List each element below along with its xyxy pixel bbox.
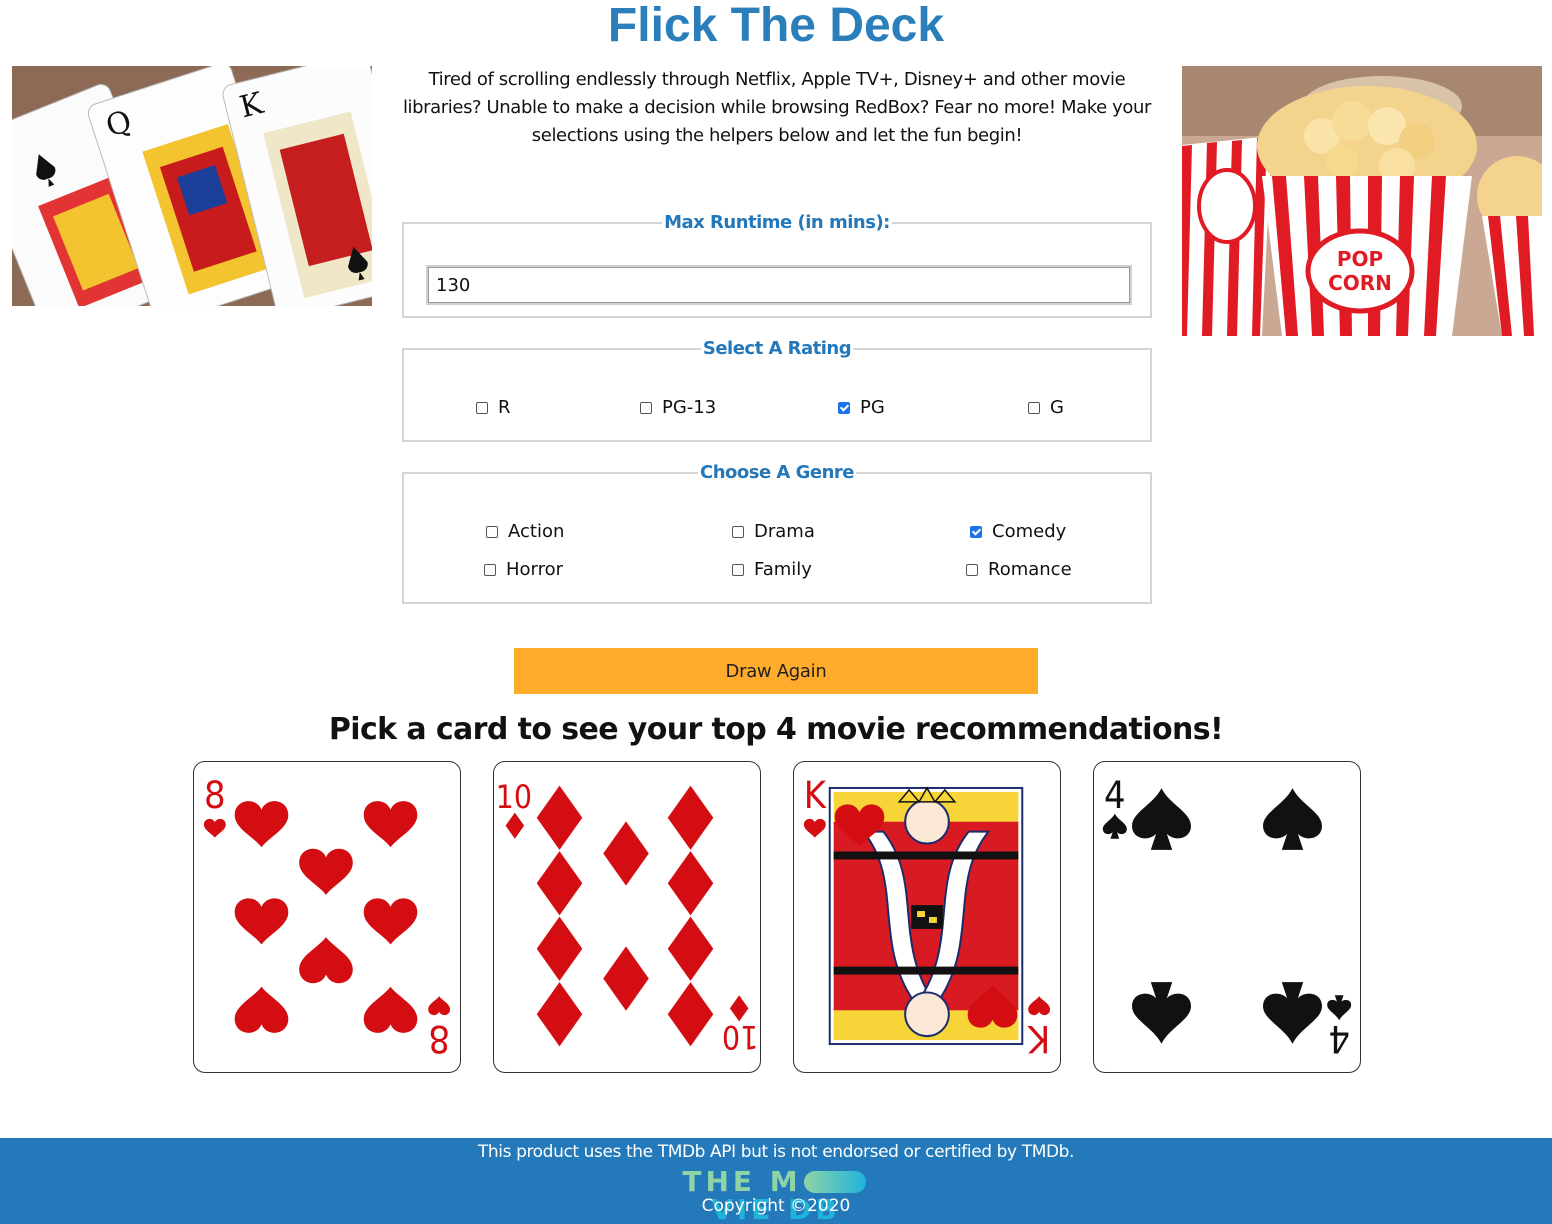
card-pip-diamonds-icon xyxy=(667,916,714,981)
card-face: 10 10 xyxy=(496,780,759,1054)
genre-romance-label: Romance xyxy=(988,559,1072,580)
rating-fieldset: Select A Rating R PG-13 PG G xyxy=(402,338,1152,442)
svg-text:POP: POP xyxy=(1337,247,1383,271)
card-rank-top: 4 xyxy=(1104,773,1126,817)
genre-option-romance[interactable]: Romance xyxy=(966,559,1072,580)
tmdb-logo[interactable]: THE MVIE DB xyxy=(619,1165,933,1224)
card-pip-diamonds-icon xyxy=(536,851,583,916)
rating-g-checkbox[interactable] xyxy=(1028,401,1040,414)
rating-r-checkbox[interactable] xyxy=(476,401,488,414)
card-pip-diamonds-icon xyxy=(536,982,583,1047)
genre-horror-checkbox[interactable] xyxy=(484,563,496,576)
playing-cards-photo: J Q K xyxy=(12,66,372,306)
card-pip-hearts-icon xyxy=(234,986,289,1033)
intro-text: Tired of scrolling endlessly through Net… xyxy=(402,69,1152,146)
draw-again-button[interactable]: Draw Again xyxy=(514,648,1038,694)
genre-horror-label: Horror xyxy=(506,559,564,580)
card-pip-hearts-icon xyxy=(299,848,353,895)
genre-action-checkbox[interactable] xyxy=(486,525,498,538)
genre-romance-checkbox[interactable] xyxy=(966,563,978,576)
max-runtime-input[interactable] xyxy=(426,265,1132,305)
card-rank-bottom: 4 xyxy=(1328,1017,1350,1061)
copyright-text: Copyright ©2020 xyxy=(701,1196,851,1216)
rating-pg-label: PG xyxy=(860,397,885,418)
genre-comedy-label: Comedy xyxy=(992,521,1067,542)
rating-legend: Select A Rating xyxy=(702,338,852,359)
tmdb-logo-left: THE M xyxy=(682,1165,802,1198)
rating-option-r[interactable]: R xyxy=(476,397,511,418)
card-suit-index-icon xyxy=(803,818,826,838)
card-pip-hearts-icon xyxy=(363,986,418,1033)
genre-action-label: Action xyxy=(508,521,565,542)
card-suit-index-icon xyxy=(729,995,749,1022)
rating-g-label: G xyxy=(1050,397,1064,418)
genre-drama-checkbox[interactable] xyxy=(732,525,744,538)
card-rank-top: 10 xyxy=(496,780,532,816)
rating-pg-checkbox[interactable] xyxy=(838,401,850,414)
rating-option-pg13[interactable]: PG-13 xyxy=(640,397,716,418)
card-pip-diamonds-icon xyxy=(667,785,714,850)
rating-r-label: R xyxy=(498,397,511,418)
card-pip-hearts-icon xyxy=(234,801,289,848)
genre-comedy-checkbox[interactable] xyxy=(970,525,982,538)
card-four-of-spades[interactable]: 44 xyxy=(1093,761,1361,1073)
genre-family-checkbox[interactable] xyxy=(732,563,744,576)
card-rank-bottom: 8 xyxy=(428,1017,450,1061)
card-pip-hearts-icon xyxy=(234,898,289,945)
card-rank-bottom: K xyxy=(1027,1017,1050,1061)
card-suit-index-icon xyxy=(1102,813,1127,839)
tmdb-pill-icon xyxy=(803,1171,866,1193)
card-pip-diamonds-icon xyxy=(603,946,649,1011)
card-rank-top: K xyxy=(804,773,827,817)
card-pip-diamonds-icon xyxy=(536,916,583,981)
card-suit-index-icon xyxy=(1028,996,1051,1016)
card-pip-hearts-icon xyxy=(363,801,418,848)
card-face: KK xyxy=(803,773,1051,1061)
pick-card-heading: Pick a card to see your top 4 movie reco… xyxy=(328,712,1224,747)
rating-pg13-checkbox[interactable] xyxy=(640,401,652,414)
card-face: 88 xyxy=(203,773,451,1061)
card-pip-spades-icon xyxy=(1263,982,1322,1044)
card-pip-diamonds-icon xyxy=(603,821,649,886)
tmdb-disclaimer: This product uses the TMDb API but is no… xyxy=(477,1142,1075,1162)
card-pip-diamonds-icon xyxy=(536,785,583,850)
card-king-of-hearts[interactable]: KK xyxy=(793,761,1061,1073)
card-face: 44 xyxy=(1102,773,1352,1061)
runtime-legend: Max Runtime (in mins): xyxy=(664,212,890,233)
genre-legend: Choose A Genre xyxy=(699,462,855,483)
genre-fieldset: Choose A Genre Action Drama Comedy Horro… xyxy=(402,462,1152,604)
card-pip-spades-icon xyxy=(1132,982,1191,1044)
card-pip-hearts-icon xyxy=(299,937,353,984)
genre-family-label: Family xyxy=(754,559,812,580)
rating-pg13-label: PG-13 xyxy=(662,397,717,418)
genre-option-comedy[interactable]: Comedy xyxy=(970,521,1066,542)
card-suit-index-icon xyxy=(1327,995,1352,1021)
rating-option-pg[interactable]: PG xyxy=(838,397,885,418)
genre-option-family[interactable]: Family xyxy=(732,559,812,580)
card-rank-top: 8 xyxy=(204,773,226,817)
genre-option-horror[interactable]: Horror xyxy=(484,559,563,580)
rating-option-g[interactable]: G xyxy=(1028,397,1064,418)
card-rank-bottom: 10 xyxy=(722,1018,758,1054)
card-suit-index-icon xyxy=(428,996,451,1016)
runtime-fieldset: Max Runtime (in mins): xyxy=(402,212,1152,318)
card-suit-index-icon xyxy=(505,812,525,839)
footer: This product uses the TMDb API but is no… xyxy=(0,1138,1552,1224)
svg-text:CORN: CORN xyxy=(1328,271,1392,295)
card-eight-of-hearts[interactable]: 88 xyxy=(193,761,461,1073)
card-suit-index-icon xyxy=(203,818,226,838)
genre-option-action[interactable]: Action xyxy=(486,521,564,542)
card-pip-hearts-icon xyxy=(363,898,418,945)
genre-drama-label: Drama xyxy=(754,521,815,542)
genre-option-drama[interactable]: Drama xyxy=(732,521,815,542)
card-ten-of-diamonds[interactable]: 10 10 xyxy=(493,761,761,1073)
card-pip-spades-icon xyxy=(1132,788,1191,850)
card-pip-diamonds-icon xyxy=(667,851,714,916)
card-pip-spades-icon xyxy=(1263,788,1322,850)
page-title: Flick The Deck xyxy=(607,0,945,52)
popcorn-photo: POP CORN xyxy=(1182,66,1542,336)
card-pip-diamonds-icon xyxy=(667,982,714,1047)
